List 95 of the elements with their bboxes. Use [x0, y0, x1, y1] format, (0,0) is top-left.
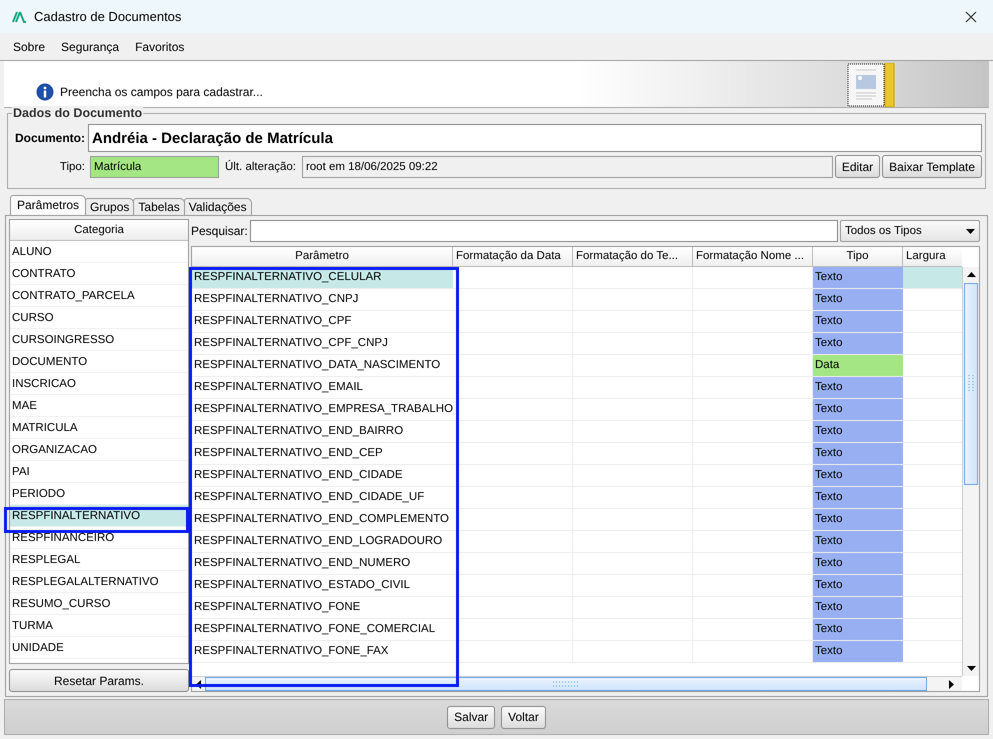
category-item[interactable]: ORGANIZACAO [10, 439, 188, 461]
category-item[interactable]: PAI [10, 461, 188, 483]
table-cell-text: RESPFINALTERNATIVO_EMPRESA_TRABALHO [193, 402, 453, 417]
search-field[interactable] [250, 220, 838, 242]
field-label: Últ. alteração: [225, 160, 296, 172]
column-header[interactable]: Categoria [10, 220, 188, 241]
category-item[interactable]: UNIDADE [10, 637, 188, 659]
scroll-right-icon [949, 680, 954, 688]
tab[interactable]: Parâmetros [10, 195, 86, 215]
type-cell: Texto [813, 289, 903, 310]
column-header[interactable]: Parâmetro [192, 247, 453, 267]
table-cell-text: RESPFINALTERNATIVO_END_COMPLEMENTO [193, 512, 450, 527]
column-header[interactable]: Formatação Nome ... [693, 247, 813, 267]
info-message: Preencha os campos para cadastrar... [60, 85, 263, 101]
close-icon [965, 10, 977, 22]
menu-item[interactable]: Segurança [61, 40, 120, 54]
scroll-up-icon [966, 272, 976, 277]
document-preview-icon [847, 63, 895, 107]
scroll-left-icon [196, 680, 201, 688]
category-item[interactable]: CURSOINGRESSO [10, 329, 188, 351]
window-title: Cadastro de Documentos [34, 9, 182, 24]
category-item[interactable]: RESPLEGALALTERNATIVO [10, 571, 188, 593]
save-button[interactable]: Salvar [447, 706, 496, 728]
table-cell-text: RESPFINALTERNATIVO_CPF_CNPJ [193, 336, 389, 351]
table-cell-text: RESPFINALTERNATIVO_END_LOGRADOURO [193, 534, 444, 549]
horizontal-scrollbar[interactable] [192, 676, 962, 691]
info-icon [36, 83, 54, 101]
last-change-field: root em 18/06/2025 09:22 [302, 156, 833, 178]
type-cell: Texto [813, 597, 903, 618]
table-cell-text: RESPFINALTERNATIVO_FONE_COMERCIAL [193, 622, 436, 637]
table-cell-text: RESPFINALTERNATIVO_END_BAIRRO [193, 424, 404, 439]
type-cell: Texto [813, 465, 903, 486]
type-cell: Texto [813, 311, 903, 332]
type-cell: Texto [813, 553, 903, 574]
category-item[interactable]: RESPFINANCEIRO [10, 527, 188, 549]
table-cell-text: RESPFINALTERNATIVO_CPF [193, 314, 352, 329]
field-label: Tipo: [58, 160, 85, 172]
menu-item[interactable]: Favoritos [135, 40, 184, 54]
type-cell: Texto [813, 641, 903, 662]
column-header[interactable]: Tipo [813, 247, 903, 267]
type-cell: Texto [813, 421, 903, 442]
type-cell: Texto [813, 487, 903, 508]
column-header[interactable]: Formatação da Data [453, 247, 573, 267]
dropdown-arrow-icon [966, 228, 975, 234]
tab[interactable]: Validações [184, 198, 252, 215]
table-cell-text: RESPFINALTERNATIVO_FONE_FAX [193, 644, 390, 659]
grip-icon [552, 681, 580, 687]
type-cell: Texto [813, 531, 903, 552]
app-logo-icon [12, 10, 26, 22]
grip-icon [968, 374, 974, 394]
type-cell: Texto [813, 509, 903, 530]
category-item[interactable]: CONTRATO_PARCELA [10, 285, 188, 307]
type-cell: Data [813, 355, 903, 376]
type-filter-dropdown[interactable]: Todos os Tipos [840, 220, 980, 242]
category-item[interactable]: TURMA [10, 615, 188, 637]
edit-button[interactable]: Editar [834, 155, 880, 178]
table-cell-text: RESPFINALTERNATIVO_ESTADO_CIVIL [193, 578, 411, 593]
table-cell-text: RESPFINALTERNATIVO_CNPJ [193, 292, 360, 307]
table-cell-text: RESPFINALTERNATIVO_FONE [193, 600, 362, 615]
category-item[interactable]: DOCUMENTO [10, 351, 188, 373]
table-cell-text: RESPFINALTERNATIVO_END_CEP [193, 446, 384, 461]
back-button[interactable]: Voltar [501, 706, 546, 728]
table-cell-text: RESPFINALTERNATIVO_EMAIL [193, 380, 364, 395]
table-cell-text: RESPFINALTERNATIVO_DATA_NASCIMENTO [193, 358, 442, 373]
field-label: Documento: [14, 131, 85, 145]
type-cell: Texto [813, 575, 903, 596]
tab[interactable]: Grupos [85, 198, 134, 215]
table-cell-text: RESPFINALTERNATIVO_END_CIDADE [193, 468, 404, 483]
category-item[interactable]: CONTRATO [10, 263, 188, 285]
category-item[interactable]: MATRICULA [10, 417, 188, 439]
category-item[interactable]: ALUNO [10, 241, 188, 263]
vertical-scrollbar[interactable] [962, 267, 979, 676]
type-cell: Texto [813, 619, 903, 640]
download-template-button[interactable]: Baixar Template [882, 155, 982, 178]
category-item[interactable]: INSCRICAO [10, 373, 188, 395]
menu-item[interactable]: Sobre [13, 40, 46, 54]
tab[interactable]: Tabelas [133, 198, 185, 215]
category-item[interactable]: RESUMO_CURSO [10, 593, 188, 615]
search-label: Pesquisar: [191, 224, 248, 238]
type-cell: Texto [813, 399, 903, 420]
scroll-down-icon [966, 666, 976, 671]
type-field[interactable]: Matrícula [90, 156, 219, 178]
category-item[interactable]: RESPLEGAL [10, 549, 188, 571]
type-cell: Texto [813, 267, 903, 288]
table-cell-text: RESPFINALTERNATIVO_END_NUMERO [193, 556, 412, 571]
type-cell: Texto [813, 443, 903, 464]
category-item[interactable]: CURSO [10, 307, 188, 329]
type-cell: Texto [813, 377, 903, 398]
document-field[interactable]: Andréia - Declaração de Matrícula [88, 124, 982, 152]
table-cell-text: RESPFINALTERNATIVO_END_CIDADE_UF [193, 490, 426, 505]
reset-params-button[interactable]: Resetar Params. [9, 669, 189, 692]
group-title: Dados do Documento [12, 106, 144, 120]
column-header[interactable]: Formatação do Te... [573, 247, 693, 267]
type-cell: Texto [813, 333, 903, 354]
category-item[interactable]: MAE [10, 395, 188, 417]
